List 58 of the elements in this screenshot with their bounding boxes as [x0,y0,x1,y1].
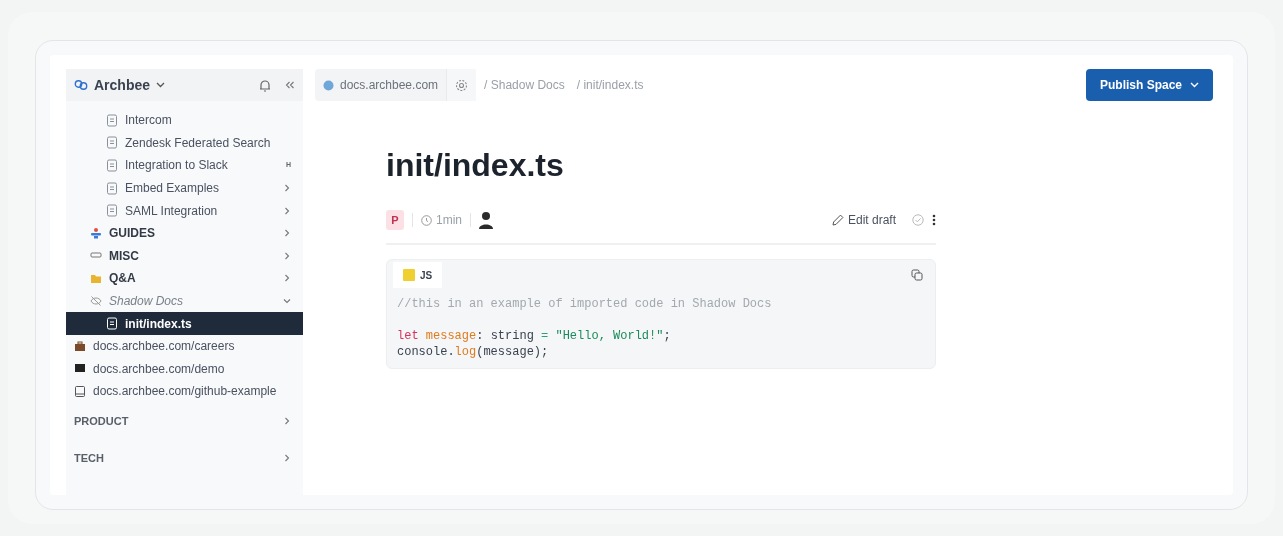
code-line: //this in an example of imported code in Shadow Docs [397,296,773,312]
chevron-right-icon[interactable] [283,184,291,193]
sidebar-item[interactable]: docs.archbee.com/github-example [66,380,303,403]
sidebar-item[interactable]: SAML Integration [66,199,303,222]
workspace-name[interactable]: Archbee [94,74,151,96]
publish-button[interactable]: Publish Space [1085,69,1213,101]
sidebar-item[interactable]: Embed Examples [66,176,303,200]
chevron-right-icon[interactable] [283,206,291,215]
chevron-right-icon[interactable] [283,251,291,260]
code-line: let message: string = "Hello, World!"; [397,328,672,344]
edit-draft-link[interactable]: Edit draft [831,211,896,229]
copy-icon[interactable] [911,269,923,281]
chevron-down-icon [1190,82,1199,88]
doc-icon [106,204,118,218]
sidebar-item[interactable]: Intercom [66,109,303,132]
settings-icon [455,78,469,92]
document-title: init/index.ts [386,146,565,185]
doc-icon [106,159,118,172]
chevron-right-icon[interactable] [283,274,291,283]
js-logo-icon [403,269,415,281]
sidebar-item[interactable]: docs.archbee.com/careers [66,334,303,358]
sidebar-item[interactable]: GUIDES [66,221,303,245]
doc-icon [106,317,118,331]
domain-chip[interactable]: docs.archbee.com [315,69,447,101]
pencil-icon [831,214,844,226]
globe-icon [323,79,334,91]
sidebar-item[interactable]: docs.archbee.com/demo [66,357,303,381]
sidebar-item[interactable]: MISC [66,244,303,268]
people-icon [90,226,102,240]
check-circle-icon[interactable] [912,214,924,226]
sidebar-item[interactable]: init/index.ts [66,312,303,335]
bell-icon[interactable] [259,78,271,92]
chevron-down-icon[interactable] [156,82,166,88]
author-avatar: P [386,210,404,230]
avatar-silhouette-icon [479,211,493,229]
sidebar-item[interactable]: TECH [66,439,303,477]
chevron-down-icon[interactable] [283,297,291,306]
more-icon[interactable] [932,214,936,226]
doc-icon [106,181,118,195]
settings-button[interactable] [446,69,477,101]
sidebar-item[interactable]: Shadow Docs [66,289,303,313]
chevron-right-icon[interactable] [283,454,291,463]
doc-icon [106,136,118,150]
chevron-right-icon[interactable] [283,229,291,238]
clock-icon [421,214,432,226]
read-time: 1min [436,212,462,229]
doc-icon [106,113,118,127]
code-line: console.log(message); [397,344,550,360]
link-icon [74,79,88,91]
chevron-right-icon[interactable] [283,417,291,426]
sidebar-item[interactable]: Q&A [66,267,303,290]
collapse-icon[interactable] [285,81,295,89]
eye-slash-icon [90,294,102,308]
briefcase-icon [74,339,86,353]
sidebar-item[interactable]: Zendesk Federated Search [66,131,303,155]
sidebar-item[interactable]: PRODUCT [66,402,303,440]
book-icon [74,384,86,398]
language-tab[interactable]: JS [393,262,443,288]
